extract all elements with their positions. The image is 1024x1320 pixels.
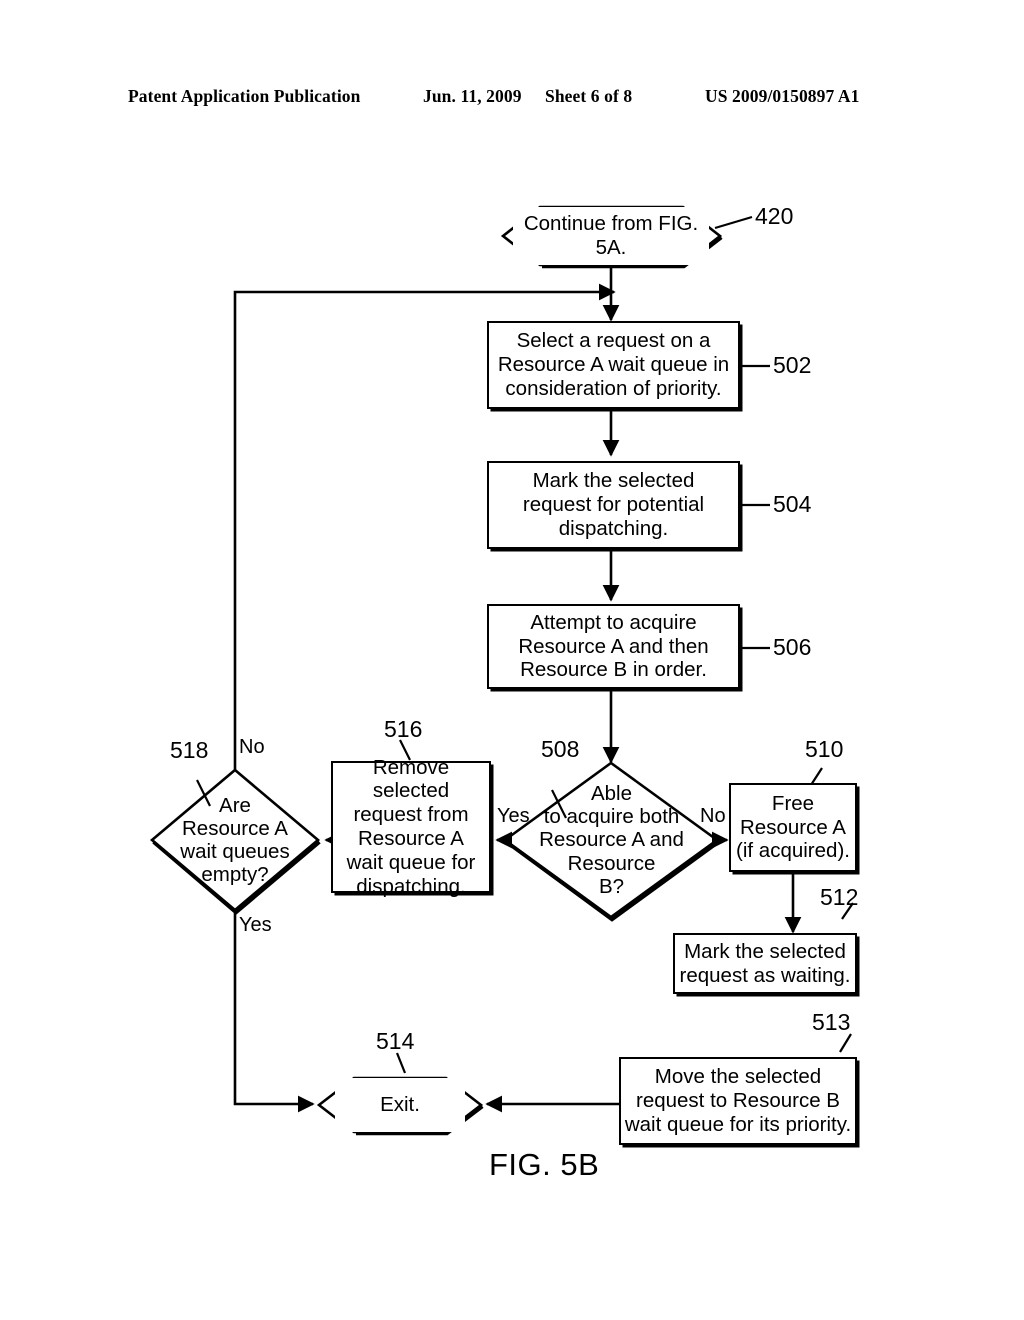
ref-508: 508: [541, 736, 580, 762]
ref-502: 502: [773, 352, 812, 378]
node-506-label: Attempt to acquire Resource A and then R…: [518, 610, 709, 682]
node-are-wait-queues-empty: Are Resource A wait queues empty?: [158, 786, 312, 894]
node-508-label: Able to acquire both Resource A and Reso…: [539, 782, 684, 898]
node-420-label: Continue from FIG. 5A.: [523, 212, 699, 259]
node-mark-request-waiting: Mark the selected request as waiting.: [673, 933, 857, 994]
ref-518: 518: [170, 737, 209, 763]
ref-513: 513: [812, 1009, 851, 1035]
ref-420: 420: [755, 203, 794, 229]
node-518-label: Are Resource A wait queues empty?: [180, 793, 290, 887]
edge-label-yes-518: Yes: [239, 914, 272, 936]
node-remove-selected-request: Remove selected request from Resource A …: [331, 756, 491, 898]
node-attempt-acquire: Attempt to acquire Resource A and then R…: [487, 604, 740, 689]
node-continue-from-fig5a: Continue from FIG. 5A.: [513, 207, 709, 265]
edge-label-no-518: No: [239, 736, 265, 758]
figure-caption: FIG. 5B: [489, 1147, 600, 1182]
node-504-label: Mark the selected request for potential …: [522, 469, 705, 540]
ref-504: 504: [773, 491, 812, 517]
node-502-label: Select a request on a Resource A wait qu…: [497, 329, 730, 400]
node-free-resource-a: Free Resource A (if acquired).: [729, 783, 857, 872]
node-mark-for-dispatching: Mark the selected request for potential …: [487, 461, 740, 549]
node-select-request: Select a request on a Resource A wait qu…: [487, 321, 740, 409]
ref-506: 506: [773, 634, 812, 660]
node-513-label: Move the selected request to Resource B …: [624, 1065, 852, 1136]
ref-516: 516: [384, 716, 423, 742]
node-516-label: Remove selected request from Resource A …: [346, 755, 476, 898]
ref-514: 514: [376, 1028, 415, 1054]
node-able-to-acquire-both: Able to acquire both Resource A and Reso…: [519, 775, 704, 905]
node-512-label: Mark the selected request as waiting.: [679, 939, 851, 987]
node-514-label: Exit.: [380, 1093, 420, 1117]
node-exit: Exit.: [335, 1078, 465, 1132]
node-510-label: Free Resource A (if acquired).: [736, 791, 850, 863]
node-move-request-to-resource-b: Move the selected request to Resource B …: [619, 1057, 857, 1145]
ref-512: 512: [820, 884, 859, 910]
edge-label-yes-508: Yes: [497, 805, 530, 827]
edge-label-no-508: No: [700, 805, 726, 827]
ref-510: 510: [805, 736, 844, 762]
patent-drawing-page: Patent Application Publication Jun. 11, …: [0, 0, 1024, 1320]
